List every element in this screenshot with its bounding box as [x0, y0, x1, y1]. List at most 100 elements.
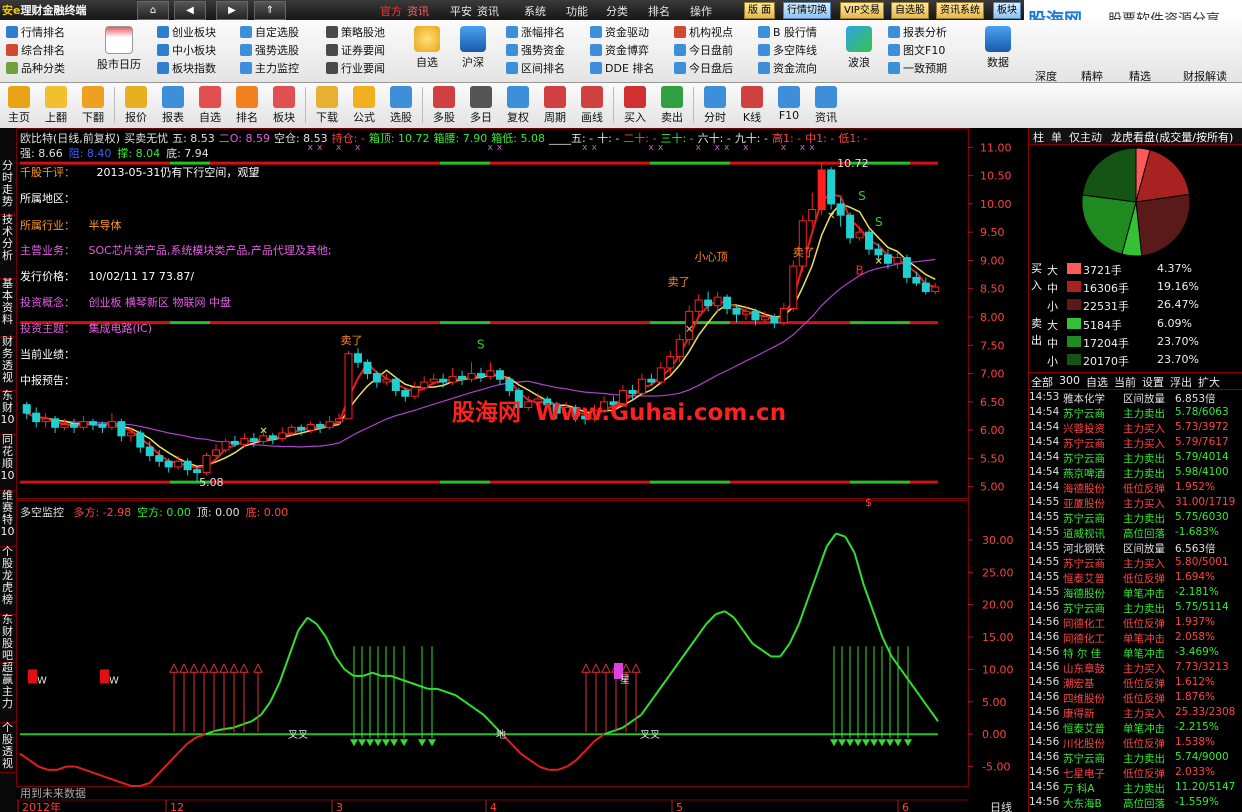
filter-watchlist[interactable]: 自选	[1086, 374, 1108, 390]
sme-sector-link[interactable]: 中小板块	[157, 42, 216, 60]
watchlist-tb-button[interactable]: 自选	[193, 86, 227, 125]
period-button[interactable]: 周期	[538, 86, 572, 125]
home-button[interactable]: 主页	[2, 86, 36, 125]
info-system-button[interactable]: 资讯系统	[936, 2, 984, 19]
tab-active-only[interactable]: 仅主动	[1069, 129, 1102, 145]
tab-bar[interactable]: 柱	[1033, 129, 1044, 145]
news-button[interactable]: 资讯	[809, 86, 843, 125]
report-button[interactable]: 报表	[156, 86, 190, 125]
tick-row[interactable]: 14:56 七星电子 低位反弹 2.033%	[1029, 765, 1242, 780]
main-force-monitor-link[interactable]: 主力监控	[240, 60, 299, 78]
multi-day-button[interactable]: 多日	[464, 86, 498, 125]
adjust-button[interactable]: 复权	[501, 86, 535, 125]
menu-operation[interactable]: 操作	[690, 3, 712, 19]
stock-picker-button[interactable]: 选股	[384, 86, 418, 125]
strong-fund-link[interactable]: 强势资金	[506, 42, 565, 60]
watchlist-big-button[interactable]: 自选	[410, 26, 444, 70]
filter-current[interactable]: 当前	[1114, 374, 1136, 390]
filter-300[interactable]: 300	[1059, 374, 1080, 387]
page-up-button[interactable]: 上翻	[39, 86, 73, 125]
institution-view-link[interactable]: 机构视点	[674, 24, 733, 42]
draw-line-button[interactable]: 画线	[575, 86, 609, 125]
left-tab-2[interactable]: 基本资料	[0, 278, 15, 337]
menu-news[interactable]: 资讯	[407, 3, 429, 19]
tick-row[interactable]: 14:54 苏宁云商 主力卖出 5.79/4014	[1029, 450, 1242, 465]
tick-row[interactable]: 14:55 亚厦股份 主力买入 31.00/1719	[1029, 495, 1242, 510]
f10-button[interactable]: F10	[772, 86, 806, 122]
collapse-up-icon[interactable]: ⇑	[254, 1, 286, 20]
tab-dragon-tiger[interactable]: 龙虎看盘(成交量/按所有)	[1111, 129, 1233, 145]
left-tab-3[interactable]: 财务透视	[0, 336, 15, 391]
filter-popout[interactable]: 浮出	[1170, 374, 1192, 390]
tick-row[interactable]: 14:56 同德化工 单笔冲击 2.058%	[1029, 630, 1242, 645]
custom-screener-link[interactable]: 自定选股	[240, 24, 299, 42]
vip-trade-button[interactable]: VIP交易	[840, 2, 884, 19]
tick-row[interactable]: 14:55 苏宁云商 主力买入 5.80/5001	[1029, 555, 1242, 570]
market-calendar-button[interactable]: 股市日历	[94, 26, 144, 72]
menu-system[interactable]: 系统	[524, 3, 546, 19]
kline-button[interactable]: K线	[735, 86, 769, 125]
left-tab-8[interactable]: 东财股吧	[0, 614, 15, 663]
fund-driver-link[interactable]: 资金驱动	[590, 24, 654, 42]
tick-row[interactable]: 14:56 山东章鼓 主力买入 7.73/3213	[1029, 660, 1242, 675]
home-icon[interactable]: ⌂	[137, 1, 169, 20]
fund-game-link[interactable]: 资金博弈	[590, 42, 654, 60]
filter-all[interactable]: 全部	[1031, 374, 1053, 390]
gem-sector-link[interactable]: 创业板块	[157, 24, 216, 42]
tick-row[interactable]: 14:56 康得新 主力买入 25.33/2308	[1029, 705, 1242, 720]
tick-row[interactable]: 14:56 川化股份 低位反弹 1.538%	[1029, 735, 1242, 750]
back-icon[interactable]: ◀	[174, 1, 206, 20]
ranking-tb-button[interactable]: 排名	[230, 86, 264, 125]
strong-screener-link[interactable]: 强势选股	[240, 42, 299, 60]
quote-switch-button[interactable]: 行情切换	[783, 2, 831, 19]
menu-category[interactable]: 分类	[606, 3, 628, 19]
sell-button[interactable]: 卖出	[655, 86, 689, 125]
tick-row[interactable]: 14:54 苏宁云商 主力买入 5.79/7617	[1029, 435, 1242, 450]
long-short-link[interactable]: 多空阵线	[758, 42, 817, 60]
shanghai-shenzhen-button[interactable]: 沪深	[456, 26, 490, 70]
multi-stock-button[interactable]: 多股	[427, 86, 461, 125]
gain-ranking-link[interactable]: 涨幅排名	[506, 24, 565, 42]
tick-list[interactable]: 14:53 雅本化学 区间放量 6.853倍 14:54 苏宁云商 主力卖出 5.78/606…	[1029, 390, 1242, 810]
kline-chart[interactable]: 11.00 10.50 10.00 9.50 9.00 8.50 8.00 7.50 7.00 6…	[16, 128, 1028, 812]
filter-expand[interactable]: 扩大	[1198, 374, 1220, 390]
tick-row[interactable]: 14:54 海德股份 低位反弹 1.952%	[1029, 480, 1242, 495]
tick-row[interactable]: 14:56 苏宁云商 主力卖出 5.74/9000	[1029, 750, 1242, 765]
category-link[interactable]: 品种分类	[6, 60, 65, 78]
composite-ranking-link[interactable]: 综合排名	[6, 42, 65, 60]
left-tab-4[interactable]: 东财10	[0, 390, 15, 435]
sector-tb-button[interactable]: 板块	[267, 86, 301, 125]
pre-market-link[interactable]: 今日盘前	[674, 42, 733, 60]
tick-row[interactable]: 14:56 大东海B 高位回落 -1.559%	[1029, 795, 1242, 810]
quote-ranking-link[interactable]: 行情排名	[6, 24, 65, 42]
tick-row[interactable]: 14:56 四维股份 低位反弹 1.876%	[1029, 690, 1242, 705]
tick-row[interactable]: 14:56 特 尔 佳单笔冲击 -3.469%	[1029, 645, 1242, 660]
left-tab-9[interactable]: 超赢主力	[0, 662, 15, 723]
strategy-pool-link[interactable]: 策略股池	[326, 24, 385, 42]
download-button[interactable]: 下载	[310, 86, 344, 125]
dde-ranking-link[interactable]: DDE 排名	[590, 60, 654, 78]
securities-news-link[interactable]: 证券要闻	[326, 42, 385, 60]
tick-row[interactable]: 14:55 道威视讯 高位回落 -1.683%	[1029, 525, 1242, 540]
forward-icon[interactable]: ▶	[216, 1, 248, 20]
left-tab-5[interactable]: 同花顺10	[0, 434, 15, 491]
tab-single[interactable]: 单	[1051, 129, 1062, 145]
b-share-quote-link[interactable]: B 股行情	[758, 24, 817, 42]
buy-button[interactable]: 买入	[618, 86, 652, 125]
tick-row[interactable]: 14:56 苏宁云商 主力卖出 5.75/5114	[1029, 600, 1242, 615]
page-down-button[interactable]: 下翻	[76, 86, 110, 125]
select-button[interactable]: 精选	[1122, 68, 1158, 84]
earnings-button[interactable]: 财报解读	[1174, 68, 1236, 84]
formula-button[interactable]: 公式	[347, 86, 381, 125]
tick-row[interactable]: 14:55 苏宁云商 主力卖出 5.75/6030	[1029, 510, 1242, 525]
tick-row[interactable]: 14:53 雅本化学 区间放量 6.853倍	[1029, 390, 1242, 405]
tick-row[interactable]: 14:54 兴蓉投资 主力买入 5.73/3972	[1029, 420, 1242, 435]
essence-button[interactable]: 精粹	[1074, 68, 1110, 84]
wave-button[interactable]: 波浪	[842, 26, 876, 70]
menu-pingan[interactable]: 平安	[450, 3, 472, 19]
layout-button[interactable]: 版 面	[744, 2, 776, 19]
menu-ranking[interactable]: 排名	[648, 3, 670, 19]
menu-official[interactable]: 官方	[380, 3, 402, 19]
left-tab-0[interactable]: 分时走势	[0, 160, 15, 215]
left-tab-6[interactable]: 维赛特10	[0, 490, 15, 547]
